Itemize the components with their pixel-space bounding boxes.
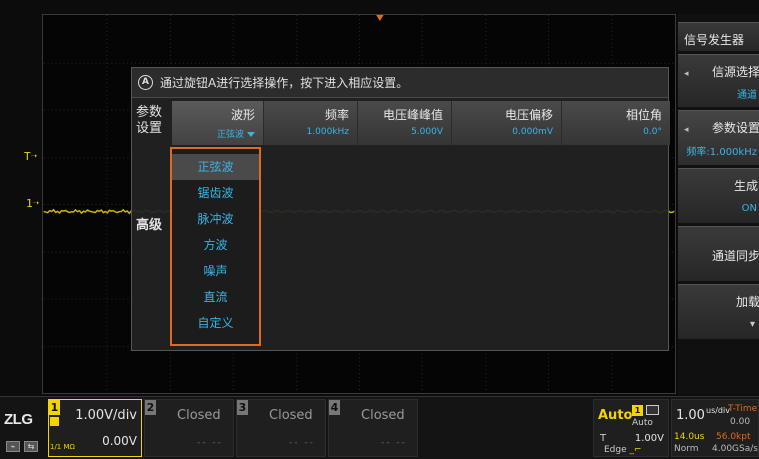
softkey-panel: 信号发生器 ◂ 信源选择 通道 ◂ 参数设置 频率:1.000kHz 生成 ON… xyxy=(678,14,759,394)
arrow-right-icon: ➝ xyxy=(32,197,40,210)
softkey-value: 通道 xyxy=(737,90,757,101)
status-bar: ZLG ⌁ ⇆ 1 1/1 MΩ 1.00V/div 0.00V 2 Close… xyxy=(0,396,759,459)
trigger-source-badge: 1 xyxy=(632,405,643,416)
channel4-placeholder: -- -- xyxy=(381,438,407,448)
timebase-scale: 1.00 xyxy=(676,408,705,423)
waveform-option-custom[interactable]: 自定义 xyxy=(172,310,259,336)
trigger-slope: Edge _⌐ xyxy=(604,445,642,455)
channel4-state: Closed xyxy=(361,408,405,423)
chevron-down-icon: ▾ xyxy=(749,319,755,330)
brand-logo: ZLG xyxy=(4,411,33,428)
dc-coupling-icon xyxy=(50,417,59,426)
advanced-row-label: 高级 xyxy=(136,218,163,233)
waveform-option-square[interactable]: 方波 xyxy=(172,232,259,258)
channel3-placeholder: -- -- xyxy=(289,438,315,448)
softkey-label: 生成 xyxy=(734,179,759,193)
param-value: 0.0° xyxy=(643,127,662,137)
softkey-channel-sync[interactable]: 通道同步 xyxy=(678,226,759,282)
dropdown-caret-icon xyxy=(247,132,255,137)
trigger-level-value: 1.00V xyxy=(634,433,664,444)
arrow-left-icon: ◂ xyxy=(684,69,689,79)
softkey-label: 加载 xyxy=(736,295,759,309)
trigger-sweep-mode: Auto xyxy=(632,418,653,428)
softkey-load[interactable]: 加载 ▾ xyxy=(678,284,759,340)
param-label: 电压峰峰值 xyxy=(382,108,443,122)
waveform-option-sawtooth[interactable]: 锯齿波 xyxy=(172,180,259,206)
param-phase[interactable]: 相位角 0.0° xyxy=(562,101,670,145)
trigger-position-marker[interactable] xyxy=(375,15,385,21)
channel2-number: 2 xyxy=(145,400,156,415)
dialog-hint: 通过旋钮A进行选择操作，按下进入相应设置。 xyxy=(160,76,409,90)
channel2-state: Closed xyxy=(177,408,221,423)
param-value: 正弦波 xyxy=(217,127,255,140)
channel2-placeholder: -- -- xyxy=(197,438,223,448)
param-row: 波形 正弦波 频率 1.000kHz 电压峰峰值 5.000V 电压偏移 0.0… xyxy=(172,101,670,145)
softkey-source-select[interactable]: ◂ 信源选择 通道 xyxy=(678,54,759,108)
param-label: 频率 xyxy=(324,108,349,122)
timebase-status[interactable]: 1.00 us/div T-Time 0.00 14.0us 56.0kpt N… xyxy=(671,399,759,457)
softkey-output-enable[interactable]: 生成 ON xyxy=(678,168,759,224)
channel3-number: 3 xyxy=(237,400,248,415)
run-mode: Auto xyxy=(598,408,633,423)
waveform-option-pulse[interactable]: 脉冲波 xyxy=(172,206,259,232)
acquire-mode: Norm xyxy=(674,444,699,454)
timebase-unit: us/div xyxy=(706,406,730,415)
channel1-ground-marker[interactable]: 1➝ xyxy=(26,197,39,210)
channel3-status[interactable]: 3 Closed -- -- xyxy=(236,399,326,457)
horizontal-position: 14.0us xyxy=(674,432,705,442)
arrow-left-icon: ◂ xyxy=(684,125,689,135)
dialog-header: A 通过旋钮A进行选择操作，按下进入相应设置。 xyxy=(132,68,668,98)
menu-title-text: 信号发生器 xyxy=(684,33,745,47)
waveform-option-noise[interactable]: 噪声 xyxy=(172,258,259,284)
softkey-label: 信源选择 xyxy=(712,65,759,79)
param-value: 5.000V xyxy=(411,127,443,137)
param-label: 电压偏移 xyxy=(504,108,553,122)
trigger-type-label: T xyxy=(600,433,607,444)
waveform-option-dc[interactable]: 直流 xyxy=(172,284,259,310)
waveform-option-sine[interactable]: 正弦波 xyxy=(172,154,259,180)
trigger-status[interactable]: Auto 1 Auto T 1.00V Edge _⌐ xyxy=(593,399,669,457)
param-waveform[interactable]: 波形 正弦波 xyxy=(172,101,264,145)
softkey-value: ON xyxy=(741,203,757,214)
arrow-right-icon: ➝ xyxy=(30,150,38,163)
channel1-number: 1 xyxy=(49,400,60,415)
softkey-param-settings[interactable]: ◂ 参数设置 频率:1.000kHz xyxy=(678,110,759,166)
param-label: 波形 xyxy=(230,108,255,122)
timebase-delay: 0.00 xyxy=(730,417,751,427)
channel1-offset: 0.00V xyxy=(102,434,137,448)
softkey-label: 通道同步 xyxy=(712,249,759,263)
rising-edge-icon: _⌐ xyxy=(629,445,642,455)
channel1-status[interactable]: 1 1/1 MΩ 1.00V/div 0.00V xyxy=(48,399,142,457)
param-label: 相位角 xyxy=(625,108,662,122)
menu-icon xyxy=(646,405,659,415)
softkey-label: 参数设置 xyxy=(712,121,759,135)
knob-a-icon: A xyxy=(138,75,153,90)
channel2-status[interactable]: 2 Closed -- -- xyxy=(144,399,234,457)
channel4-status[interactable]: 4 Closed -- -- xyxy=(328,399,418,457)
channel1-marker-label: 1 xyxy=(26,197,33,210)
sample-rate: 4.00GSa/s xyxy=(712,444,758,454)
timebase-mode: T-Time xyxy=(728,404,758,414)
param-frequency[interactable]: 频率 1.000kHz xyxy=(264,101,358,145)
network-icon[interactable]: ⇆ xyxy=(24,441,38,452)
param-amplitude[interactable]: 电压峰峰值 5.000V xyxy=(358,101,452,145)
channel3-state: Closed xyxy=(269,408,313,423)
channel4-number: 4 xyxy=(329,400,340,415)
trigger-level-marker[interactable]: T➝ xyxy=(24,150,37,163)
param-row-label: 参数设置 xyxy=(136,105,163,136)
memory-depth: 56.0kpt xyxy=(716,432,751,442)
trigger-level-label: T xyxy=(24,150,31,163)
channel1-scale: 1.00V/div xyxy=(75,408,137,423)
waveform-dropdown[interactable]: 正弦波 锯齿波 脉冲波 方波 噪声 直流 自定义 xyxy=(170,147,261,346)
softkey-value: 频率:1.000kHz xyxy=(686,147,757,158)
param-value: 1.000kHz xyxy=(306,127,349,137)
param-value: 0.000mV xyxy=(512,127,553,137)
usb-icon[interactable]: ⌁ xyxy=(6,441,20,452)
menu-title: 信号发生器 xyxy=(678,22,759,52)
channel1-impedance: 1/1 MΩ xyxy=(50,443,75,451)
param-offset[interactable]: 电压偏移 0.000mV xyxy=(452,101,562,145)
